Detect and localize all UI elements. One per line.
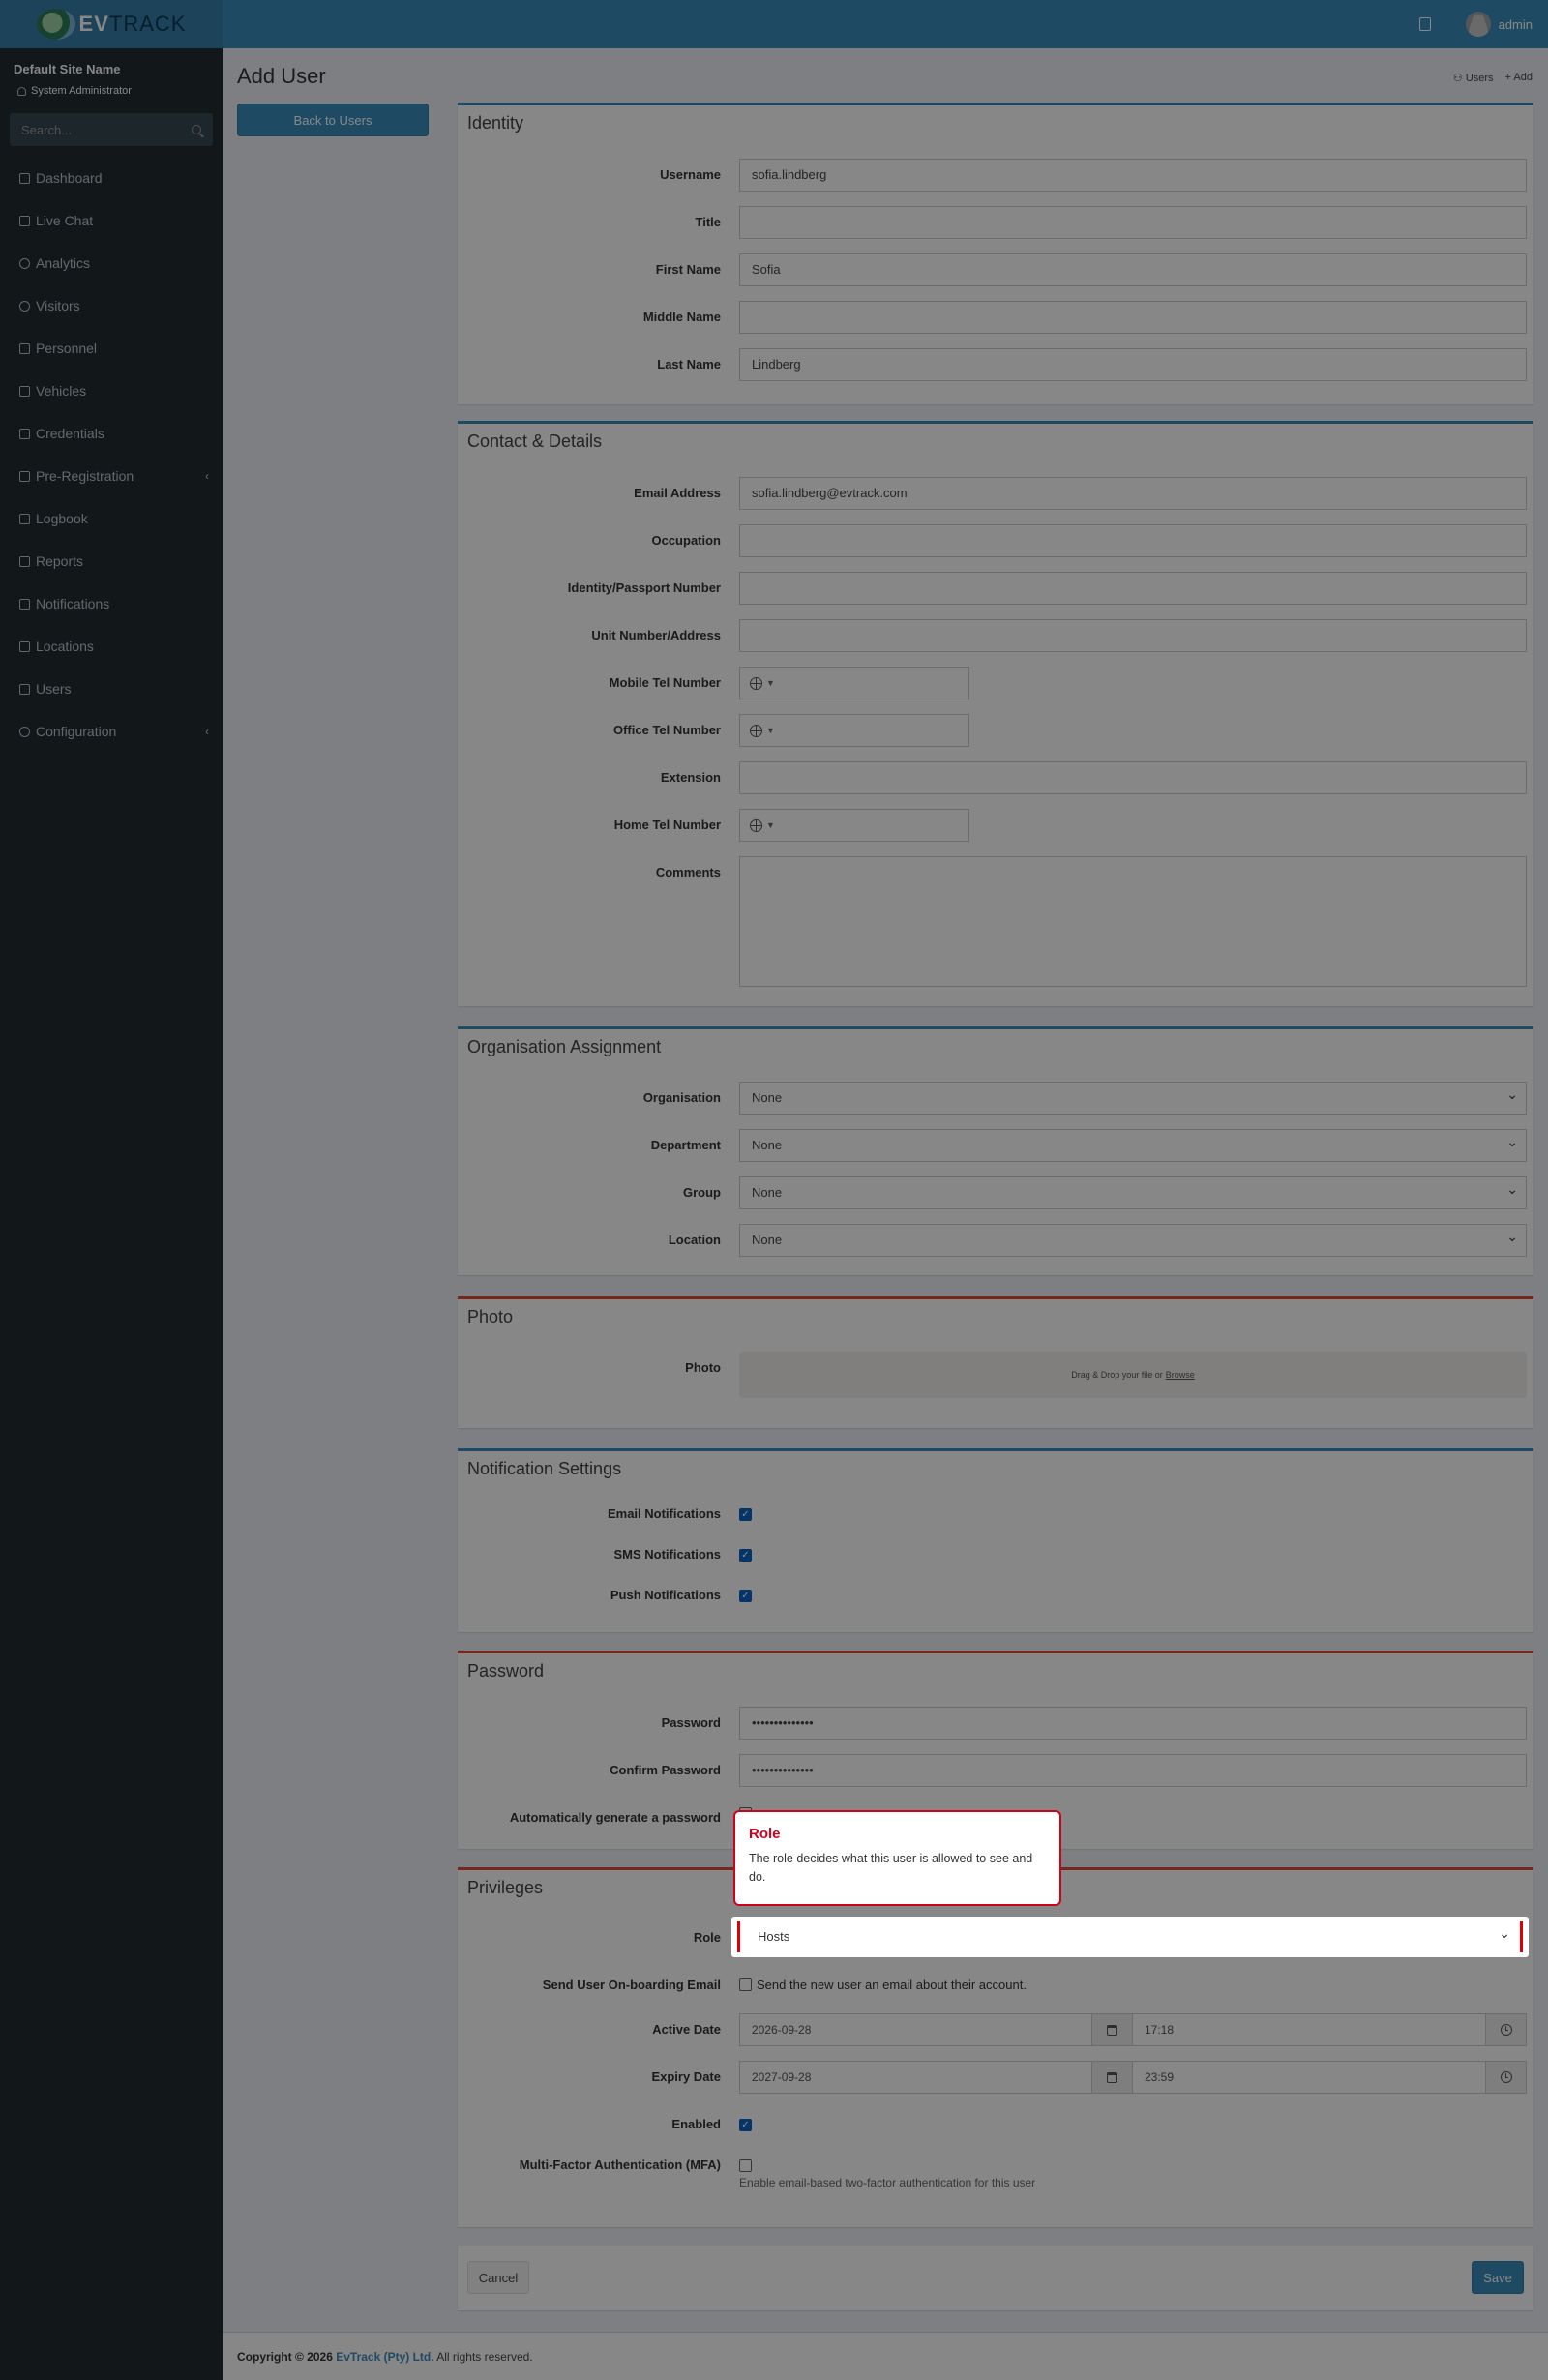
tour-overlay[interactable] (0, 0, 1548, 2380)
role-tooltip: Role The role decides what this user is … (733, 1810, 1061, 1906)
tooltip-body: The role decides what this user is allow… (749, 1852, 1033, 1884)
tooltip-title: Role (749, 1826, 781, 1842)
role-select[interactable]: Hosts (737, 1918, 1523, 1952)
